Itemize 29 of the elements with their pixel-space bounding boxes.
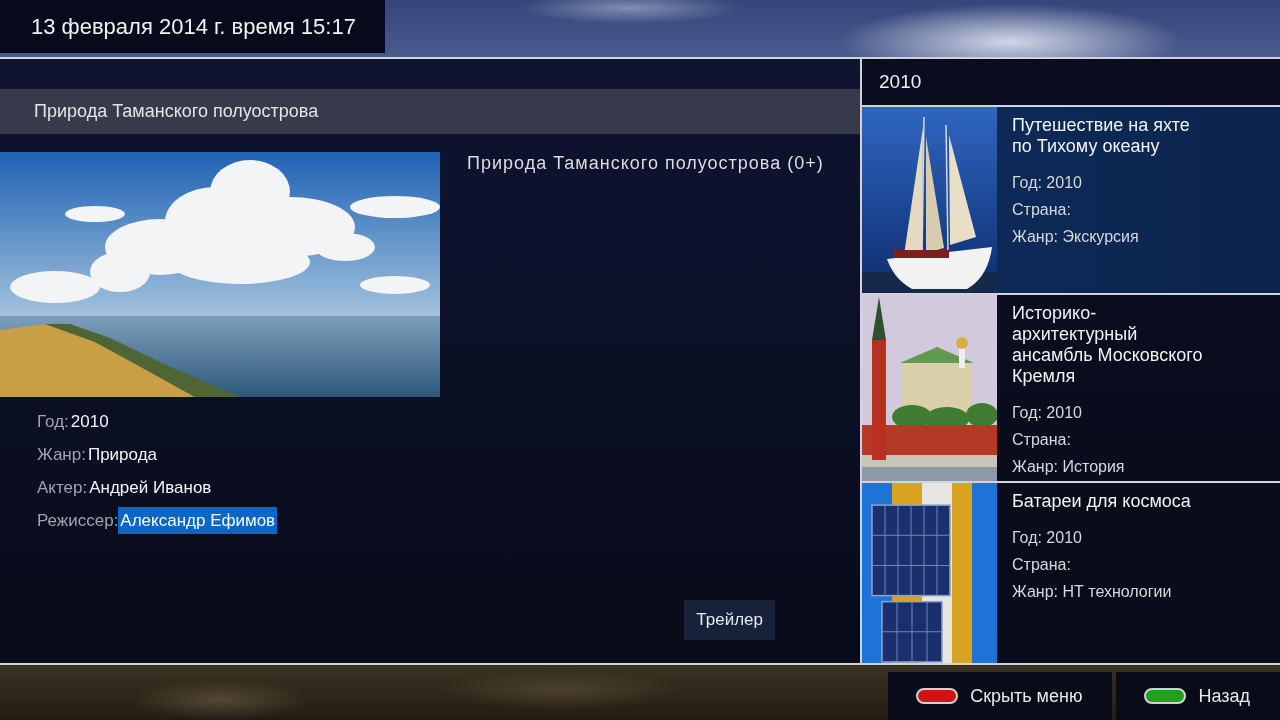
trailer-button[interactable]: Трейлер: [684, 600, 775, 640]
date-time: 13 февраля 2014 г. время 15:17: [0, 0, 385, 53]
detail-value[interactable]: Природа: [85, 441, 159, 468]
movie-info: Жанр: История: [1012, 457, 1125, 477]
detail-label: Режиссер:: [37, 510, 119, 531]
movie-card[interactable]: Историко- архитектурный ансамбль Московского Кремля Год: 2010 Страна: Жанр: История: [862, 295, 1280, 481]
key-hint[interactable]: Назад: [1116, 672, 1280, 720]
movie-info: Страна:: [1012, 200, 1071, 220]
detail-value[interactable]: Александр Ефимов: [118, 507, 278, 534]
movie-card[interactable]: Батареи для космоса Год: 2010 Страна: Жанр: НТ технологии: [862, 483, 1280, 663]
program-title: Природа Таманского полуострова (0+): [467, 153, 824, 174]
movie-info: Год: 2010: [1012, 403, 1082, 423]
detail-value[interactable]: Андрей Иванов: [87, 474, 214, 501]
movie-info: Страна:: [1012, 430, 1071, 450]
movie-title: Историко- архитектурный ансамбль Московского Кремля: [1012, 303, 1203, 387]
movie-title: Путешествие на яхте по Тихому океану: [1012, 115, 1190, 157]
movie-info: Жанр: Экскурсия: [1012, 227, 1139, 247]
key-hint[interactable]: Скрыть меню: [888, 672, 1113, 720]
detail-label: Актер:: [37, 477, 88, 498]
movie-info: Страна:: [1012, 555, 1071, 575]
detail-label: Год:: [37, 411, 69, 432]
movie-info: Год: 2010: [1012, 528, 1082, 548]
movie-card[interactable]: Путешествие на яхте по Тихому океану Год: 2010 Страна: Жанр: Экскурсия: [862, 107, 1280, 293]
detail-label: Жанр:: [37, 444, 86, 465]
movie-info: Год: 2010: [1012, 173, 1082, 193]
movie-title: Батареи для космоса: [1012, 491, 1191, 512]
detail-value[interactable]: 2010: [68, 408, 111, 435]
movie-info: Жанр: НТ технологии: [1012, 582, 1172, 602]
section-header: Природа Таманского полуострова: [0, 89, 860, 134]
